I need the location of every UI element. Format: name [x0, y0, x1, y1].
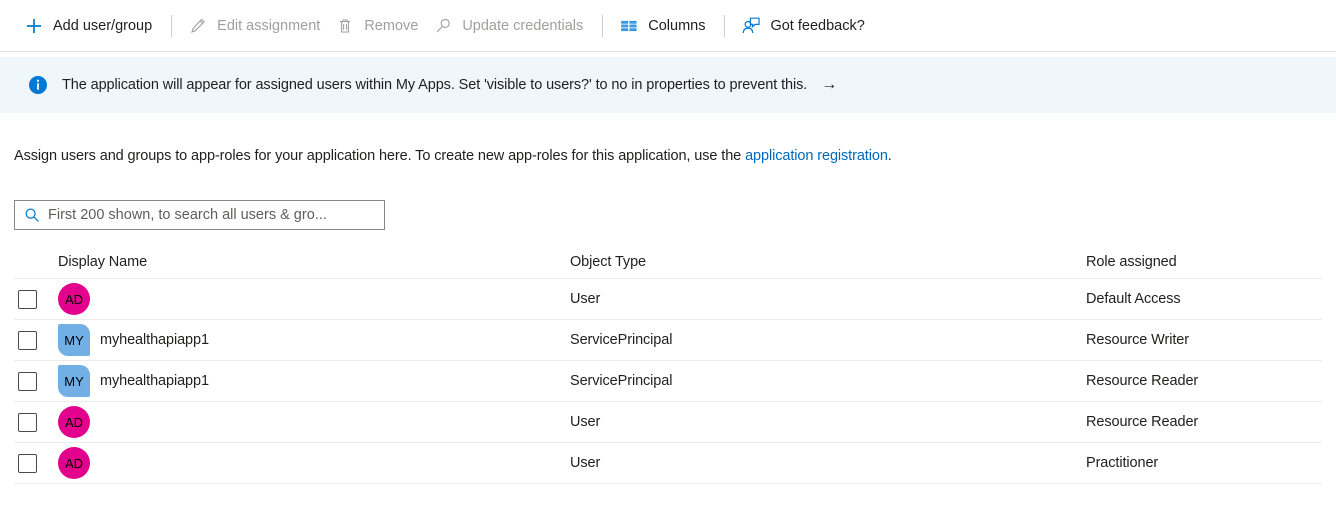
- trash-icon: [335, 16, 355, 36]
- cell-object-type: User: [570, 455, 601, 471]
- table-row[interactable]: AD User Resource Reader: [14, 402, 1322, 443]
- update-credentials-button[interactable]: Update credentials: [427, 7, 592, 45]
- row-checkbox-cell: [14, 371, 58, 391]
- remove-label: Remove: [364, 17, 419, 34]
- columns-icon: [619, 16, 639, 36]
- got-feedback-label: Got feedback?: [770, 17, 865, 34]
- row-checkbox[interactable]: [18, 289, 37, 309]
- avatar: MY: [58, 324, 90, 356]
- cell-role-assigned: Resource Reader: [1086, 414, 1199, 430]
- row-checkbox-cell: [14, 289, 58, 309]
- info-banner-text: The application will appear for assigned…: [62, 77, 808, 93]
- cell-object-type: ServicePrincipal: [570, 332, 673, 348]
- cell-display-name: AD: [58, 406, 570, 438]
- search-box[interactable]: [14, 200, 385, 230]
- table-header-row: Display Name Object Type Role assigned: [14, 246, 1322, 279]
- plus-icon: [24, 16, 44, 36]
- avatar: AD: [58, 406, 90, 438]
- columns-button[interactable]: Columns: [613, 7, 714, 45]
- edit-assignment-label: Edit assignment: [217, 17, 321, 34]
- assignments-table: Display Name Object Type Role assigned A…: [14, 246, 1322, 484]
- update-credentials-label: Update credentials: [462, 17, 584, 34]
- table-row[interactable]: MY myhealthapiapp1 ServicePrincipal Resourc…: [14, 361, 1322, 402]
- cell-object-type: ServicePrincipal: [570, 373, 673, 389]
- toolbar-divider: [724, 14, 726, 37]
- search-icon: [24, 207, 40, 223]
- description-text-before: Assign users and groups to app-roles for…: [14, 148, 746, 164]
- description-text-after: .: [887, 148, 892, 164]
- cell-display-name: MY myhealthapiapp1: [58, 324, 570, 356]
- avatar: AD: [58, 283, 90, 315]
- columns-label: Columns: [648, 17, 706, 34]
- cell-display-name: AD: [58, 447, 570, 479]
- cell-display-name: AD: [58, 283, 570, 315]
- cell-role-assigned: Practitioner: [1086, 455, 1159, 471]
- arrow-right-icon[interactable]: →: [821, 76, 837, 94]
- add-user-group-button[interactable]: Add user/group: [18, 7, 161, 45]
- cell-object-type: User: [570, 291, 601, 307]
- pencil-icon: [188, 16, 208, 36]
- row-checkbox[interactable]: [18, 330, 37, 350]
- cell-role-assigned: Default Access: [1086, 291, 1181, 307]
- row-checkbox-cell: [14, 453, 58, 473]
- feedback-person-icon: [741, 16, 761, 36]
- info-icon: [28, 75, 48, 95]
- key-icon: [433, 16, 453, 36]
- toolbar-divider: [602, 14, 604, 37]
- column-header-role-assigned[interactable]: Role assigned: [1086, 254, 1322, 270]
- table-row[interactable]: AD User Practitioner: [14, 443, 1322, 484]
- cell-role-assigned: Resource Reader: [1086, 373, 1199, 389]
- column-header-display-name[interactable]: Display Name: [58, 254, 570, 270]
- column-header-object-type[interactable]: Object Type: [570, 254, 1086, 270]
- row-checkbox-cell: [14, 330, 58, 350]
- application-registration-link[interactable]: application registration: [745, 148, 888, 164]
- toolbar-divider: [171, 14, 173, 37]
- add-user-group-label: Add user/group: [53, 17, 153, 34]
- table-row[interactable]: AD User Default Access: [14, 279, 1322, 320]
- got-feedback-button[interactable]: Got feedback?: [735, 7, 873, 45]
- cell-display-name: MY myhealthapiapp1: [58, 365, 570, 397]
- display-name-text: myhealthapiapp1: [100, 373, 209, 389]
- cell-role-assigned: Resource Writer: [1086, 332, 1189, 348]
- row-checkbox[interactable]: [18, 371, 37, 391]
- command-toolbar: Add user/group Edit assignment Remove Up…: [0, 0, 1336, 52]
- avatar: AD: [58, 447, 90, 479]
- info-banner: The application will appear for assigned…: [0, 57, 1336, 113]
- avatar: MY: [58, 365, 90, 397]
- table-body: AD User Default Access MY myhealthapiapp1 Ser…: [14, 279, 1322, 484]
- row-checkbox-cell: [14, 412, 58, 432]
- remove-button[interactable]: Remove: [329, 7, 427, 45]
- table-row[interactable]: MY myhealthapiapp1 ServicePrincipal Resourc…: [14, 320, 1322, 361]
- row-checkbox[interactable]: [18, 412, 37, 432]
- display-name-text: myhealthapiapp1: [100, 332, 209, 348]
- search-input[interactable]: [48, 202, 384, 228]
- page-description: Assign users and groups to app-roles for…: [14, 148, 892, 164]
- row-checkbox[interactable]: [18, 453, 37, 473]
- cell-object-type: User: [570, 414, 601, 430]
- edit-assignment-button[interactable]: Edit assignment: [182, 7, 329, 45]
